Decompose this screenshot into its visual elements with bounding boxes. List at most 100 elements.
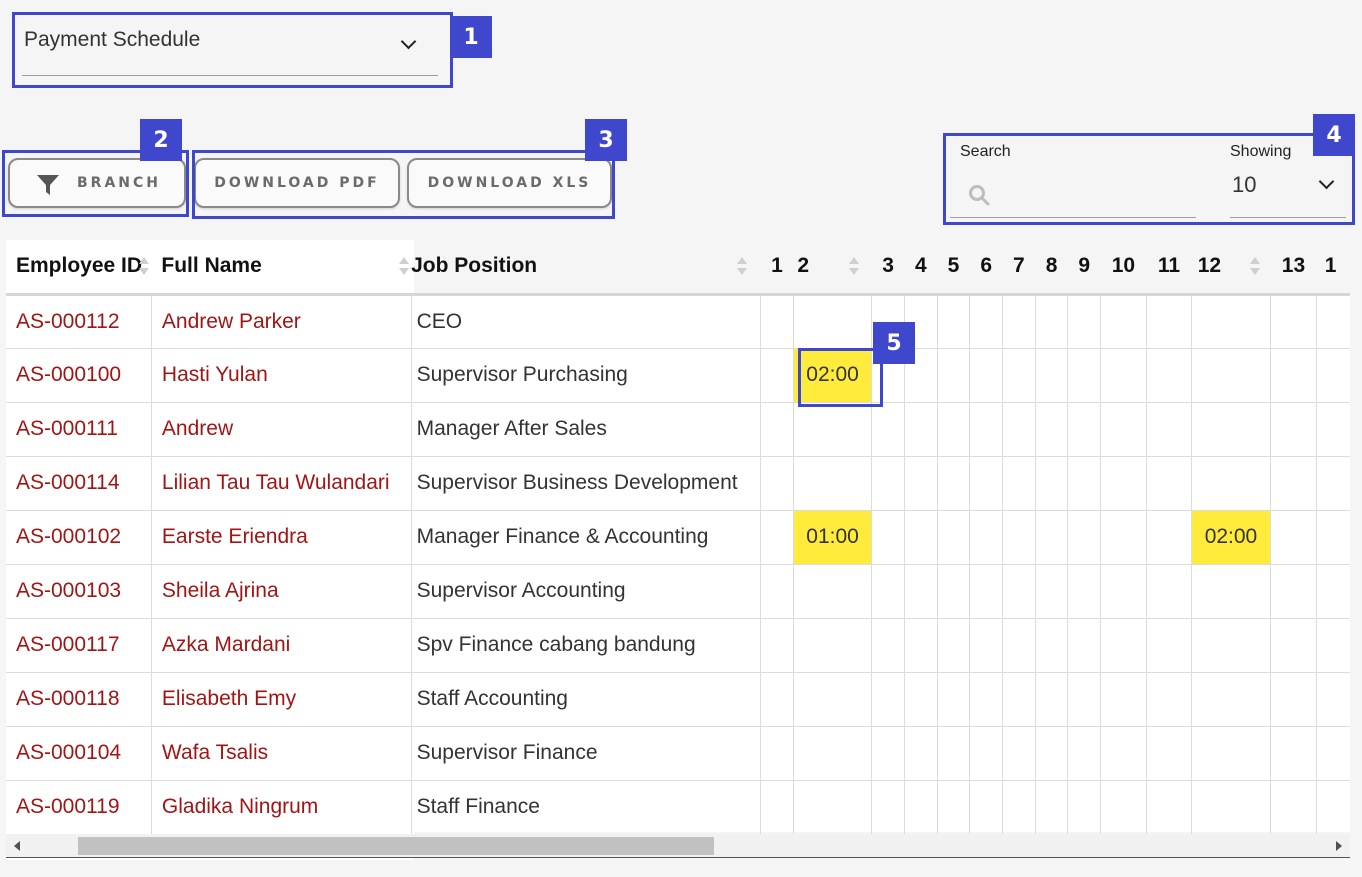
employee-id-link[interactable]: AS-000119 (6, 780, 152, 835)
schedule-cell[interactable] (1100, 564, 1147, 619)
rows-per-page-select[interactable]: 10 (1230, 170, 1346, 218)
header-day[interactable]: 2 (793, 240, 872, 296)
schedule-cell[interactable] (871, 456, 905, 511)
schedule-cell[interactable] (1067, 456, 1101, 511)
schedule-cell[interactable] (760, 348, 794, 403)
schedule-cell[interactable] (792, 294, 872, 349)
schedule-cell[interactable] (1067, 348, 1101, 403)
schedule-cell[interactable] (792, 402, 872, 457)
sort-icon[interactable] (737, 257, 748, 277)
schedule-cell[interactable] (969, 294, 1003, 349)
schedule-cell[interactable] (903, 564, 938, 619)
schedule-cell[interactable] (1067, 294, 1101, 349)
schedule-cell[interactable] (760, 456, 794, 511)
schedule-cell[interactable] (936, 456, 970, 511)
schedule-cell[interactable] (936, 294, 970, 349)
schedule-cell[interactable] (1316, 618, 1350, 673)
schedule-cell[interactable] (760, 672, 794, 727)
schedule-cell[interactable] (903, 402, 938, 457)
schedule-cell[interactable] (871, 402, 905, 457)
schedule-cell[interactable] (1034, 294, 1068, 349)
schedule-cell[interactable] (1067, 618, 1101, 673)
schedule-cell[interactable] (1269, 294, 1317, 349)
employee-name-link[interactable]: Elisabeth Emy (150, 672, 412, 727)
schedule-cell[interactable] (1145, 294, 1192, 349)
schedule-cell[interactable] (760, 294, 794, 349)
schedule-cell[interactable] (1002, 294, 1036, 349)
employee-name-link[interactable]: Gladika Ningrum (150, 780, 412, 835)
schedule-cell[interactable] (1191, 402, 1271, 457)
scroll-left-icon[interactable] (14, 841, 20, 851)
employee-name-link[interactable]: Andrew Parker (150, 294, 412, 349)
schedule-cell[interactable] (936, 726, 970, 781)
schedule-cell[interactable] (1034, 618, 1068, 673)
schedule-cell[interactable] (1100, 510, 1147, 565)
schedule-cell[interactable] (903, 726, 938, 781)
schedule-cell[interactable] (1100, 618, 1147, 673)
schedule-cell[interactable] (1191, 456, 1271, 511)
schedule-cell[interactable] (1191, 672, 1271, 727)
schedule-cell[interactable] (792, 618, 872, 673)
schedule-cell[interactable] (1067, 672, 1101, 727)
schedule-cell[interactable] (792, 726, 872, 781)
schedule-cell[interactable] (1067, 402, 1101, 457)
schedule-cell[interactable] (903, 510, 938, 565)
schedule-cell[interactable] (1191, 294, 1271, 349)
schedule-cell[interactable] (1034, 456, 1068, 511)
schedule-cell[interactable] (1269, 672, 1317, 727)
schedule-cell[interactable] (760, 726, 794, 781)
schedule-cell[interactable] (1100, 294, 1147, 349)
schedule-cell[interactable] (903, 618, 938, 673)
schedule-cell[interactable] (760, 780, 794, 835)
schedule-cell[interactable] (936, 510, 970, 565)
schedule-cell[interactable] (969, 456, 1003, 511)
download-pdf-button[interactable]: DOWNLOAD PDF (194, 158, 400, 208)
schedule-cell[interactable] (1145, 456, 1192, 511)
schedule-cell[interactable] (1145, 402, 1192, 457)
schedule-cell[interactable] (1191, 348, 1271, 403)
employee-name-link[interactable]: Andrew (150, 402, 412, 457)
branch-filter-button[interactable]: BRANCH (8, 158, 186, 208)
schedule-cell[interactable] (1145, 618, 1192, 673)
schedule-cell[interactable] (1002, 456, 1036, 511)
employee-id-link[interactable]: AS-000114 (6, 456, 152, 511)
schedule-cell[interactable] (1100, 780, 1147, 835)
header-job-position[interactable]: Job Position (411, 240, 761, 296)
schedule-cell[interactable] (1316, 726, 1350, 781)
schedule-cell[interactable] (760, 510, 794, 565)
schedule-cell[interactable] (1191, 618, 1271, 673)
schedule-cell[interactable] (1100, 348, 1147, 403)
schedule-cell[interactable] (1100, 672, 1147, 727)
schedule-cell[interactable] (1002, 672, 1036, 727)
download-xls-button[interactable]: DOWNLOAD XLS (407, 158, 612, 208)
schedule-cell[interactable] (792, 564, 872, 619)
schedule-cell[interactable] (871, 510, 905, 565)
schedule-cell[interactable] (1269, 510, 1317, 565)
schedule-cell[interactable] (1269, 726, 1317, 781)
schedule-cell[interactable] (760, 402, 794, 457)
schedule-cell[interactable] (1316, 510, 1350, 565)
employee-id-link[interactable]: AS-000104 (6, 726, 152, 781)
schedule-cell[interactable] (792, 780, 872, 835)
schedule-cell[interactable] (1269, 780, 1317, 835)
scrollbar-thumb[interactable] (78, 837, 714, 855)
schedule-cell[interactable] (1191, 780, 1271, 835)
header-day[interactable]: 12 (1191, 240, 1271, 296)
schedule-cell[interactable] (969, 618, 1003, 673)
schedule-time-cell[interactable]: 02:00 (792, 348, 872, 403)
schedule-cell[interactable] (1034, 780, 1068, 835)
schedule-cell[interactable] (969, 672, 1003, 727)
schedule-cell[interactable] (1067, 564, 1101, 619)
schedule-cell[interactable] (1002, 510, 1036, 565)
schedule-cell[interactable] (1316, 294, 1350, 349)
schedule-time-cell[interactable]: 02:00 (1191, 510, 1271, 565)
schedule-cell[interactable] (936, 348, 970, 403)
schedule-cell[interactable] (1067, 510, 1101, 565)
employee-id-link[interactable]: AS-000102 (6, 510, 152, 565)
sort-icon[interactable] (849, 257, 860, 277)
employee-name-link[interactable]: Earste Eriendra (150, 510, 412, 565)
employee-name-link[interactable]: Lilian Tau Tau Wulandari (150, 456, 412, 511)
schedule-type-select[interactable]: Payment Schedule (22, 22, 438, 76)
schedule-cell[interactable] (1067, 780, 1101, 835)
schedule-cell[interactable] (871, 564, 905, 619)
